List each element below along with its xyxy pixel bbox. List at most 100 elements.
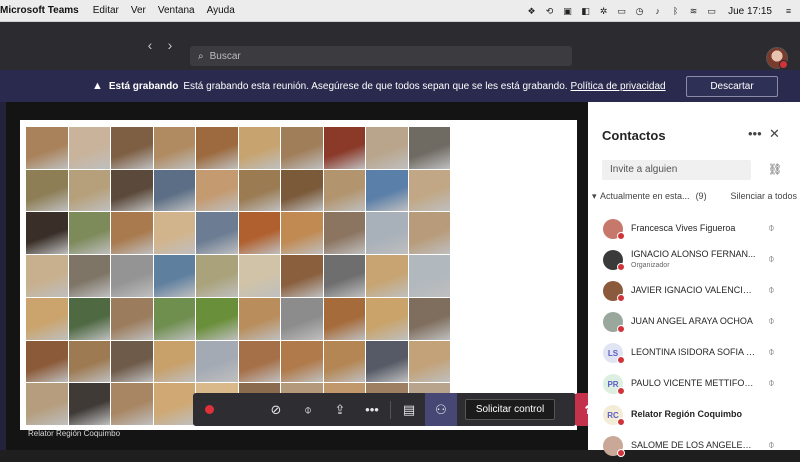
photo-tile [153,212,195,255]
photo-tile [68,340,110,383]
photo-tile [153,383,195,425]
menu-bar: Microsoft Teams Editar Ver Ventana Ayuda… [0,0,800,22]
photo-tile [323,340,365,383]
banner-title: Está grabando [108,80,179,92]
menu-editar[interactable]: Editar [93,5,119,16]
time-machine-icon[interactable]: ◷ [634,6,645,16]
screen-icon[interactable]: ▣ [562,6,573,16]
teams-status-icon[interactable]: ◧ [580,6,591,16]
request-control-button[interactable]: Solicitar control [465,399,555,420]
extension-icon[interactable]: ✲ [598,6,609,16]
menu-ayuda[interactable]: Ayuda [207,5,235,16]
chat-icon[interactable]: ▤ [393,393,425,426]
mic-muted-icon[interactable]: ⌽ [768,284,775,297]
left-rail [0,102,6,450]
menu-ventana[interactable]: Ventana [158,5,195,16]
photo-tile [111,340,153,383]
mic-muted-icon[interactable]: ⌽ [768,315,775,328]
mic-muted-icon[interactable]: ⌽ [768,439,775,452]
close-icon[interactable]: ✕ [769,126,780,142]
presenter-label: Relator Región Coquimbo [28,429,121,438]
photo-tile [366,297,408,340]
photo-tile [111,255,153,297]
menu-ver[interactable]: Ver [131,5,146,16]
photo-tile [26,127,68,169]
panel-title: Contactos [602,128,666,143]
mute-all-button[interactable]: Silenciar a todos [730,191,797,201]
more-actions-icon[interactable]: ••• [356,393,388,426]
photo-tile [238,297,280,340]
participants-panel: Contactos ••• ✕ Invite a alguien ⛓ ▾ Actu… [588,102,800,457]
photo-tile [366,340,408,383]
dismiss-button[interactable]: Descartar [686,76,778,97]
battery-icon[interactable]: ▭ [706,6,717,16]
photo-tile [366,169,408,212]
participant-row[interactable]: PR PAULO VICENTE METTIFOG... ⌽ [588,369,800,400]
more-options-icon[interactable]: ••• [748,126,762,141]
participant-name: Relator Región Coquimbo [631,409,742,419]
photo-tile [68,212,110,255]
chevron-down-icon: ▾ [592,191,597,201]
participant-row[interactable]: JAVIER IGNACIO VALENCIA I... ⌽ [588,276,800,307]
participant-count: (9) [695,191,707,201]
wifi-icon[interactable]: ≋ [688,6,699,16]
photo-tile [26,212,68,255]
photo-tile [281,212,323,255]
photo-tile [238,340,280,383]
share-link-icon[interactable]: ⛓ [768,163,782,176]
participant-name: Francesca Vives Figueroa [631,223,736,233]
mic-muted-icon[interactable]: ⌽ [768,377,775,390]
photo-tile [26,297,68,340]
participant-avatar [603,281,625,302]
photo-tile [281,169,323,212]
participant-row[interactable]: RC Relator Región Coquimbo [588,400,800,431]
mic-off-icon[interactable]: ⌽ [292,393,324,426]
participants-icon[interactable]: ⚇ [425,393,457,426]
recording-banner: ▲ Está grabando Está grabando esta reuni… [0,70,800,102]
photo-tile [238,127,280,169]
participant-avatar: PR [603,374,625,395]
photo-tile [111,383,153,425]
display-icon[interactable]: ▭ [616,6,627,16]
mic-muted-icon[interactable]: ⌽ [768,253,775,266]
participant-row[interactable]: LS LEONTINA ISIDORA SOFIA L... ⌽ [588,338,800,369]
participants-section-header[interactable]: ▾ Actualmente en esta... (9) Silenciar a t… [592,191,797,202]
participant-avatar [603,250,625,271]
participant-avatar: LS [603,343,625,364]
photo-tile [281,127,323,169]
menu-clock[interactable]: Jue 17:15 [728,6,772,17]
participant-row[interactable]: SALOME DE LOS ANGELES V... ⌽ [588,431,800,462]
photo-tile [408,212,450,255]
search-input[interactable]: ⌕ Buscar [190,46,572,66]
participant-row[interactable]: JUAN ANGEL ARAYA OCHOA ⌽ [588,307,800,338]
mic-muted-icon[interactable]: ⌽ [768,222,775,235]
photo-tile [26,169,68,212]
invite-input[interactable]: Invite a alguien [602,160,751,180]
photo-tile [281,255,323,297]
photo-tile [68,127,110,169]
dropbox-icon[interactable]: ❖ [526,6,537,16]
notification-center-icon[interactable]: ≡ [783,6,794,16]
volume-icon[interactable]: ♪ [652,6,663,16]
teams-title-bar: ‹ › ⌕ Buscar [0,22,800,70]
participant-name: SALOME DE LOS ANGELES V... [631,440,756,450]
sync-icon[interactable]: ⟲ [544,6,555,16]
photo-tile [323,127,365,169]
photo-tile [323,212,365,255]
photo-tile [68,255,110,297]
participant-name: IGNACIO ALONSO FERNAN... [631,249,756,259]
app-menu[interactable]: Microsoft Teams [0,5,79,16]
photo-tile [408,255,450,297]
mic-muted-icon[interactable]: ⌽ [768,346,775,359]
participant-row[interactable]: IGNACIO ALONSO FERNAN... Organizador ⌽ [588,245,800,276]
share-screen-icon[interactable]: ⇪ [324,393,356,426]
photo-tile [323,297,365,340]
camera-off-icon[interactable]: ⊘ [260,393,292,426]
privacy-link[interactable]: Política de privacidad [571,81,666,92]
profile-avatar[interactable] [766,47,788,69]
back-arrow-icon[interactable]: ‹ [143,35,157,55]
participant-row[interactable]: Francesca Vives Figueroa ⌽ [588,214,800,245]
forward-arrow-icon[interactable]: › [163,35,177,55]
photo-tile [408,127,450,169]
bluetooth-icon[interactable]: ᛒ [670,6,681,16]
